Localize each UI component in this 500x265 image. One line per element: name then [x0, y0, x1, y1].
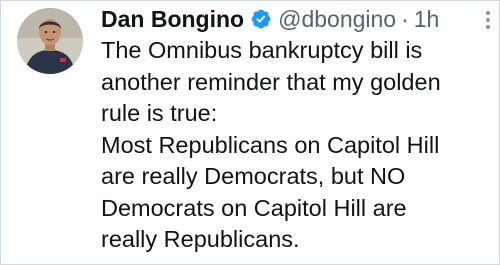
timestamp[interactable]: 1h: [414, 6, 440, 33]
profile-photo-icon: [17, 8, 83, 74]
tweet-text-line: Most Republicans on Capitol Hill: [101, 131, 440, 158]
tweet-card: Dan Bongino @dbongino · 1h The Omnibus b…: [0, 0, 500, 265]
tweet-header: Dan Bongino @dbongino · 1h: [101, 4, 439, 34]
separator-dot: ·: [401, 5, 409, 32]
avatar[interactable]: [17, 8, 83, 74]
tweet-text-line: another reminder that my golden: [101, 68, 441, 95]
tweet-text-line: rule is true:: [101, 100, 218, 126]
more-vertical-icon[interactable]: [485, 11, 491, 33]
author-display-name[interactable]: Dan Bongino: [101, 6, 244, 33]
tweet-text: The Omnibus bankruptcy bill is another r…: [101, 35, 493, 256]
verified-badge-icon: [250, 8, 272, 30]
tweet-text-line: are really Democrats, but NO: [101, 163, 406, 189]
tweet-text-line: Democrats on Capitol Hill are: [101, 194, 407, 221]
author-handle[interactable]: @dbongino: [278, 6, 396, 33]
tweet-text-line: The Omnibus bankruptcy bill is: [101, 37, 423, 63]
tweet-text-line: really Republicans.: [101, 226, 300, 252]
